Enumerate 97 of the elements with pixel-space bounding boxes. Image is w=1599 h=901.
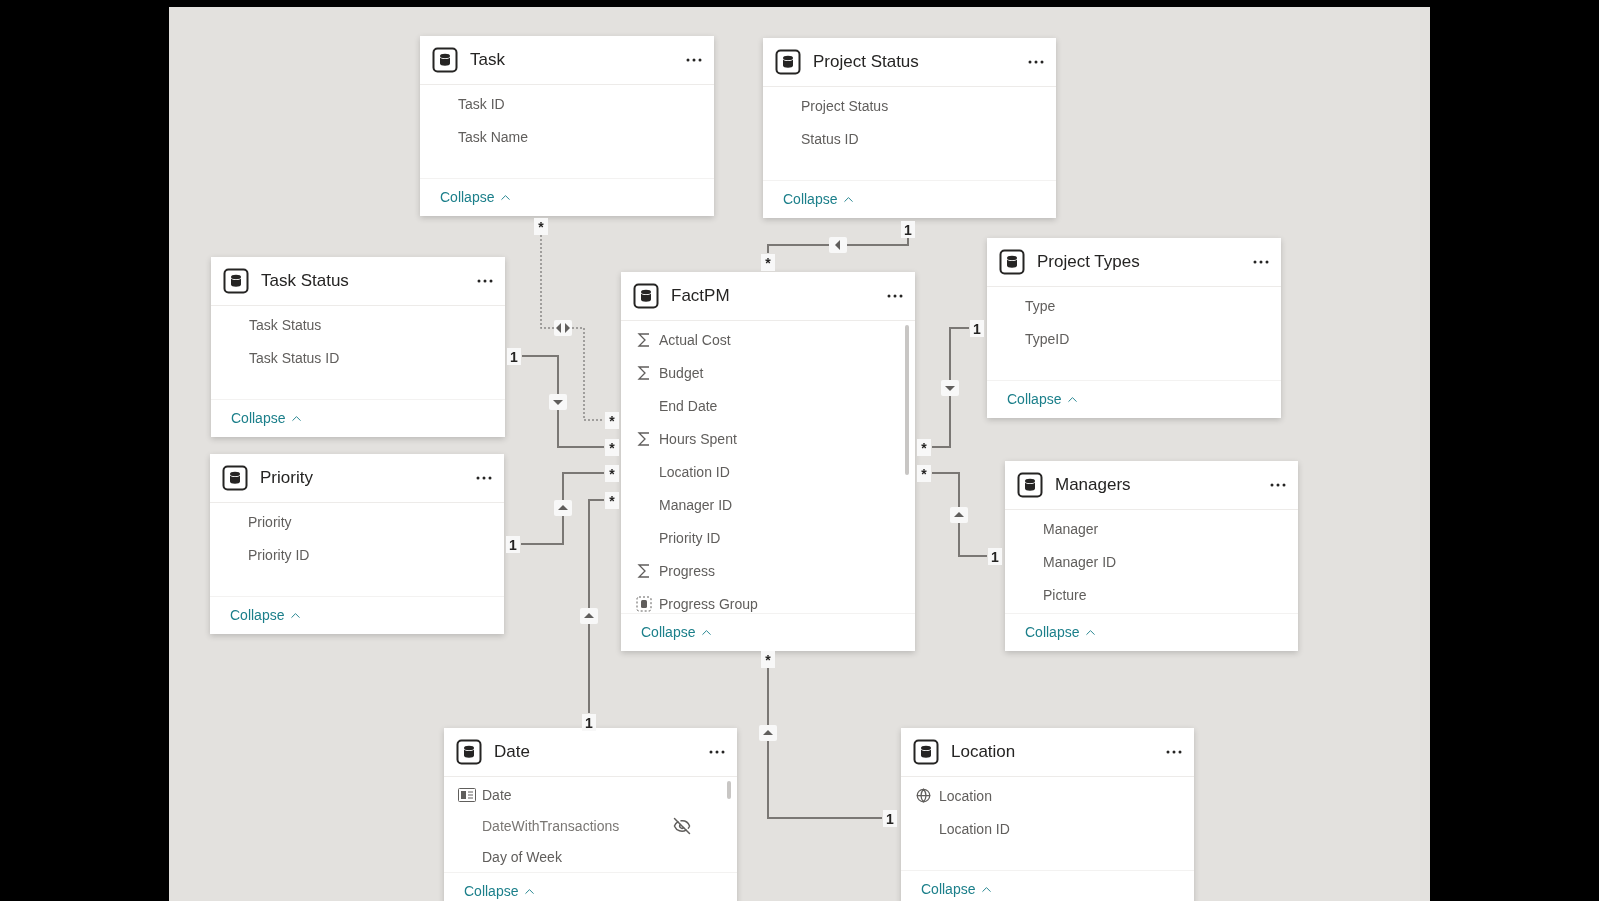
field-name[interactable]: Status ID (801, 128, 859, 149)
sigma-icon (637, 364, 651, 381)
cardinality-label: * (761, 651, 775, 668)
field-name[interactable]: Progress Group (659, 593, 758, 613)
field-name[interactable]: TypeID (1025, 328, 1070, 349)
field-name[interactable]: Manager ID (659, 494, 733, 515)
field-name[interactable]: Location ID (659, 461, 730, 482)
field-name[interactable]: Manager (1043, 518, 1099, 539)
table-title: Project Types (1037, 251, 1141, 274)
table-card[interactable]: Project Status Project Status Status ID Collapse (763, 38, 1056, 218)
field-name[interactable]: Actual Cost (659, 329, 731, 350)
more-options-icon[interactable] (477, 279, 493, 283)
table-title: Managers (1055, 474, 1132, 497)
table-icon (222, 465, 248, 491)
table-title: FactPM (671, 285, 731, 308)
collapse-button[interactable]: Collapse (464, 881, 538, 901)
table-title: Task (470, 49, 506, 72)
cardinality-label: * (917, 439, 931, 456)
field-name[interactable]: Task Name (458, 126, 529, 147)
field-name[interactable]: Location (939, 785, 992, 806)
cardinality-label: * (605, 465, 619, 482)
sigma-icon (637, 430, 651, 447)
collapse-button[interactable]: Collapse (231, 408, 305, 428)
collapse-button[interactable]: Collapse (1007, 389, 1081, 409)
field-name[interactable]: Priority ID (659, 527, 721, 548)
cardinality-label: * (761, 254, 775, 271)
cardinality-label: * (605, 412, 619, 429)
table-icon (1017, 472, 1043, 498)
cardinality-label: 1 (507, 348, 521, 365)
table-icon (633, 283, 659, 309)
table-icon (223, 268, 249, 294)
field-name[interactable]: Day of Week (482, 846, 562, 867)
field-name[interactable]: Task Status ID (249, 347, 340, 368)
cardinality-label: 1 (901, 221, 915, 238)
field-name[interactable]: Priority ID (248, 544, 310, 565)
more-options-icon[interactable] (1270, 483, 1286, 487)
more-options-icon[interactable] (1166, 750, 1182, 754)
calendar-icon (458, 787, 476, 802)
scrollbar-thumb[interactable] (727, 781, 731, 799)
cardinality-label: * (534, 218, 548, 235)
collapse-button[interactable]: Collapse (1025, 622, 1099, 642)
table-icon (432, 47, 458, 73)
globe-icon (916, 788, 931, 803)
table-title: Location (951, 741, 1017, 764)
field-name[interactable]: Manager ID (1043, 551, 1117, 572)
field-name[interactable]: Project Status (801, 95, 889, 116)
sigma-icon (637, 331, 651, 348)
table-title: Date (494, 741, 531, 764)
field-name[interactable]: DateWithTransactions (482, 815, 620, 836)
collapse-button[interactable]: Collapse (641, 622, 715, 642)
more-options-icon[interactable] (686, 58, 702, 62)
table-card[interactable]: Task Status Task Status Task Status ID Collapse (211, 257, 505, 437)
cardinality-label: 1 (883, 810, 897, 827)
table-icon (456, 739, 482, 765)
table-title: Priority (260, 467, 314, 490)
table-icon (913, 739, 939, 765)
table-card[interactable]: Project Types Type TypeID Collapse (987, 238, 1281, 418)
collapse-button[interactable]: Collapse (440, 187, 514, 207)
field-name[interactable]: Progress (659, 560, 716, 581)
table-card[interactable]: Location Location Location ID Collapse (901, 728, 1194, 901)
table-card[interactable]: FactPM Actual Cost Budget End Date Hours Spent Location ID Manager ID Priority ID Progress Progress Group Collapse (621, 272, 915, 651)
cardinality-label: 1 (988, 548, 1002, 565)
field-name[interactable]: Location ID (939, 818, 1010, 839)
field-name[interactable]: End Date (659, 395, 718, 416)
more-options-icon[interactable] (887, 294, 903, 298)
scrollbar-thumb[interactable] (905, 325, 909, 475)
more-options-icon[interactable] (709, 750, 725, 754)
field-name[interactable]: Picture (1043, 584, 1087, 605)
collapse-button[interactable]: Collapse (230, 605, 304, 625)
cardinality-label: * (605, 492, 619, 509)
cardinality-label: 1 (582, 714, 596, 731)
sigma-icon (637, 562, 651, 579)
table-card[interactable]: Managers Manager Manager ID Picture Collapse (1005, 461, 1298, 651)
field-name[interactable]: Type (1025, 295, 1056, 316)
more-options-icon[interactable] (476, 476, 492, 480)
collapse-button[interactable]: Collapse (921, 879, 995, 899)
more-options-icon[interactable] (1253, 260, 1269, 264)
field-name[interactable]: Budget (659, 362, 704, 383)
field-name[interactable]: Date (482, 784, 512, 805)
field-name[interactable]: Priority (248, 511, 292, 532)
field-name[interactable]: Task Status (249, 314, 322, 335)
field-name[interactable]: Task ID (458, 93, 505, 114)
more-options-icon[interactable] (1028, 60, 1044, 64)
table-icon (999, 249, 1025, 275)
table-title: Task Status (261, 270, 350, 293)
table-card[interactable]: Task Task ID Task Name Collapse (420, 36, 714, 216)
table-card[interactable]: Priority Priority Priority ID Collapse (210, 454, 504, 634)
table-icon (775, 49, 801, 75)
field-name[interactable]: Hours Spent (659, 428, 737, 449)
cardinality-label: 1 (506, 536, 520, 553)
table-card[interactable]: Date Date DateWithTransactions Day of Week Collapse (444, 728, 737, 901)
cardinality-label: 1 (970, 320, 984, 337)
table-title: Project Status (813, 51, 920, 74)
cardinality-label: * (917, 465, 931, 482)
cardinality-label: * (605, 439, 619, 456)
group-icon (636, 595, 652, 612)
collapse-button[interactable]: Collapse (783, 189, 857, 209)
